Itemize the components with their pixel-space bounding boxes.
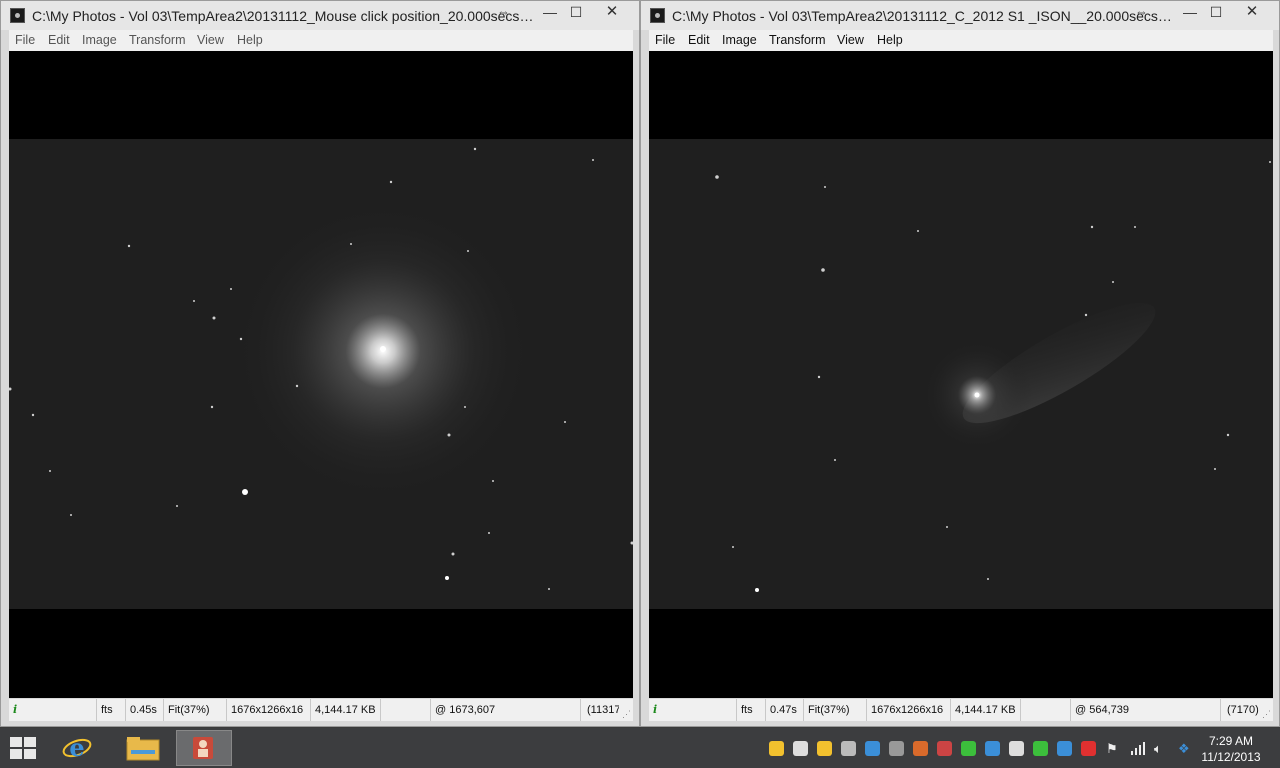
status-load-time: 0.45s [126, 699, 164, 721]
svg-text:e: e [69, 733, 84, 762]
status-file-size: 4,144.17 KB [311, 699, 381, 721]
comet-photo [649, 139, 1273, 609]
tray-app-icon[interactable] [985, 741, 1000, 756]
minimize-button[interactable]: — [1179, 2, 1201, 24]
menu-edit[interactable]: Edit [48, 33, 70, 47]
tray-app-icon[interactable] [1033, 741, 1048, 756]
status-position: @ 564,739 [1071, 699, 1221, 721]
image-window-right[interactable]: C:\My Photos - Vol 03\TempArea2\20131112… [640, 0, 1280, 727]
status-empty [381, 699, 431, 721]
tray-app-icon[interactable] [793, 741, 808, 756]
tray-app-icon[interactable] [865, 741, 880, 756]
info-icon[interactable]: i [649, 699, 737, 721]
tray-app-icon[interactable] [889, 741, 904, 756]
image-canvas[interactable] [649, 51, 1273, 698]
info-icon[interactable]: i [9, 699, 97, 721]
menu-image[interactable]: Image [82, 33, 117, 47]
menu-transform[interactable]: Transform [769, 33, 826, 47]
image-viewer-icon[interactable] [176, 730, 232, 766]
minimize-button[interactable]: — [539, 2, 561, 24]
clock[interactable]: 7:29 AM 11/12/2013 [1196, 733, 1266, 765]
title-bar[interactable]: C:\My Photos - Vol 03\TempArea2\20131112… [1, 1, 639, 30]
file-explorer-icon[interactable] [115, 730, 171, 766]
network-icon[interactable] [1131, 741, 1145, 756]
tray-app-icon[interactable] [937, 741, 952, 756]
resize-grip-icon[interactable]: ⋰ [1262, 709, 1271, 720]
flag-icon[interactable]: ⚑ [1106, 741, 1120, 756]
tray-app-icon[interactable] [769, 741, 784, 756]
resize-grip-icon[interactable]: ⋰ [622, 709, 631, 720]
windows-start-icon[interactable] [10, 737, 38, 761]
close-button[interactable]: ✕ [1231, 2, 1273, 24]
status-dimensions: 1676x1266x16 [867, 699, 951, 721]
status-zoom: Fit(37%) [804, 699, 867, 721]
status-zoom: Fit(37%) [164, 699, 227, 721]
app-icon[interactable] [650, 8, 665, 23]
menu-edit[interactable]: Edit [688, 33, 710, 47]
comet-photo [9, 139, 633, 609]
menu-image[interactable]: Image [722, 33, 757, 47]
status-bar: i fts 0.47s Fit(37%) 1676x1266x16 4,144.… [649, 699, 1273, 721]
menu-help[interactable]: Help [237, 33, 263, 47]
status-format: fts [97, 699, 126, 721]
resize-cursor-icon: ⇔ [1135, 4, 1148, 19]
window-title: C:\My Photos - Vol 03\TempArea2\20131112… [672, 8, 1177, 24]
volume-icon[interactable]: 🔈︎ [1154, 741, 1168, 756]
internet-explorer-icon[interactable]: e [50, 730, 106, 766]
status-file-size: 4,144.17 KB [951, 699, 1021, 721]
menu-bar: File Edit Image Transform View Help [9, 30, 633, 51]
image-window-left[interactable]: C:\My Photos - Vol 03\TempArea2\20131112… [0, 0, 640, 727]
image-canvas[interactable] [9, 51, 633, 698]
tray-app-icon[interactable] [913, 741, 928, 756]
window-title: C:\My Photos - Vol 03\TempArea2\20131112… [32, 8, 537, 24]
clock-date: 11/12/2013 [1201, 750, 1261, 764]
menu-view[interactable]: View [197, 33, 224, 47]
status-bar: i fts 0.45s Fit(37%) 1676x1266x16 4,144.… [9, 699, 633, 721]
resize-cursor-icon: ⇔ [497, 4, 510, 19]
status-empty [1021, 699, 1071, 721]
status-format: fts [737, 699, 766, 721]
app-icon[interactable] [10, 8, 25, 23]
tray-app-icon[interactable] [817, 741, 832, 756]
tray-app-icon[interactable] [1057, 741, 1072, 756]
status-dimensions: 1676x1266x16 [227, 699, 311, 721]
menu-file[interactable]: File [655, 33, 675, 47]
status-load-time: 0.47s [766, 699, 804, 721]
menu-file[interactable]: File [15, 33, 35, 47]
dropbox-icon[interactable]: ❖ [1178, 741, 1192, 756]
maximize-button[interactable]: ☐ [1205, 2, 1227, 24]
menu-help[interactable]: Help [877, 33, 903, 47]
taskbar: e ⚑ 🔈︎ ❖ 7:29 AM 11/12/2013 [0, 728, 1280, 768]
close-button[interactable]: ✕ [591, 2, 633, 24]
maximize-button[interactable]: ☐ [565, 2, 587, 24]
status-pixel-value: (11317 [587, 704, 619, 716]
menu-transform[interactable]: Transform [129, 33, 186, 47]
tray-app-icon[interactable] [841, 741, 856, 756]
clock-time: 7:29 AM [1208, 734, 1254, 748]
title-bar[interactable]: C:\My Photos - Vol 03\TempArea2\20131112… [641, 1, 1279, 30]
status-pixel-value: (7170) [1227, 704, 1259, 716]
tray-app-icon[interactable] [1009, 741, 1024, 756]
tray-app-icon[interactable] [1081, 741, 1096, 756]
tray-app-icon[interactable] [961, 741, 976, 756]
status-position: @ 1673,607 [431, 699, 581, 721]
menu-view[interactable]: View [837, 33, 864, 47]
menu-bar: File Edit Image Transform View Help [649, 30, 1273, 51]
